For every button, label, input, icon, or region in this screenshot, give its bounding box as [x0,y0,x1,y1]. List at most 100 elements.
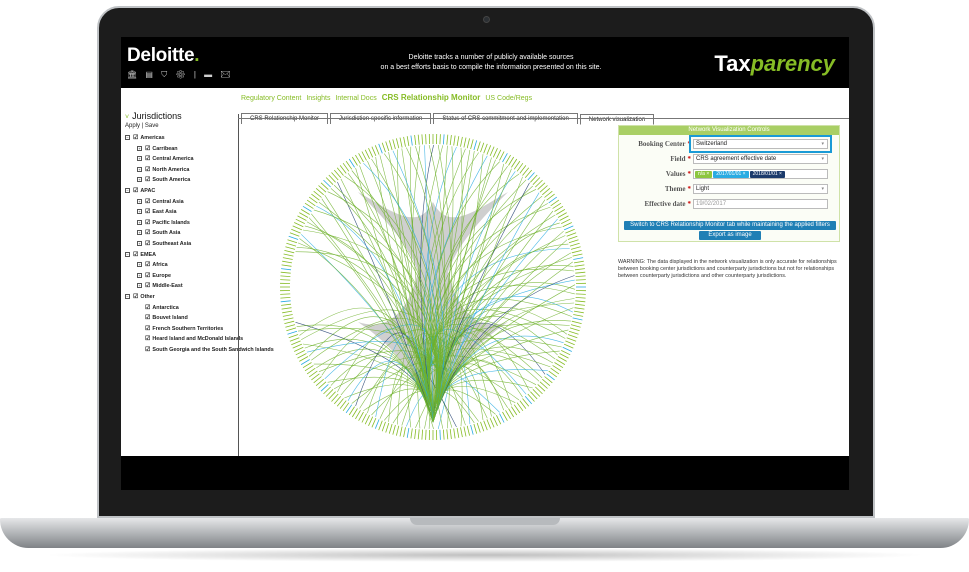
jurisdiction-node[interactable] [396,425,400,436]
jurisdiction-node[interactable] [557,212,567,218]
jurisdiction-node[interactable] [476,141,481,152]
value-tag[interactable]: n/a × [695,171,713,178]
jurisdiction-node[interactable] [381,142,386,153]
jurisdiction-node[interactable] [575,271,586,274]
jurisdiction-node[interactable] [559,353,569,359]
jurisdiction-node[interactable] [374,145,380,155]
jurisdiction-node[interactable] [392,139,396,150]
checkbox-icon[interactable]: ☑ [145,218,150,229]
jurisdiction-node[interactable] [385,422,390,433]
mail-icon[interactable]: ✉ [220,70,233,79]
bank-icon[interactable]: 🏛 [127,70,140,79]
jurisdiction-node[interactable] [473,423,478,434]
checkbox-icon[interactable]: ☑ [133,186,138,197]
nav-item[interactable]: CRS Relationship Monitor [382,93,481,102]
jurisdiction-node[interactable] [385,141,390,152]
jurisdiction-node[interactable] [282,310,293,314]
jurisdiction-node[interactable] [466,425,470,436]
jurisdiction-node[interactable] [280,271,291,274]
jurisdiction-node[interactable] [566,337,577,342]
checkbox-icon[interactable]: ☑ [145,228,150,239]
jurisdiction-node[interactable] [288,334,299,339]
jurisdiction-node[interactable] [489,417,495,428]
jurisdiction-node[interactable] [421,429,423,440]
checkbox-icon[interactable]: ☑ [145,303,150,314]
jurisdiction-node[interactable] [295,218,305,224]
jurisdiction-node[interactable] [439,429,441,440]
jurisdiction-node[interactable] [554,205,564,212]
jurisdiction-node[interactable] [456,427,460,438]
jurisdiction-node[interactable] [460,427,463,438]
jurisdiction-node[interactable] [378,143,383,154]
expand-icon[interactable]: + [137,230,142,236]
jurisdiction-node[interactable] [496,415,502,425]
jurisdiction-node[interactable] [562,222,572,228]
expand-icon[interactable]: + [137,156,142,162]
jurisdiction-node[interactable] [561,350,571,356]
jurisdiction-node[interactable] [559,215,569,221]
jurisdiction-node[interactable] [483,420,488,431]
jurisdiction-node[interactable] [403,427,406,438]
jurisdiction-node[interactable] [302,205,312,212]
jurisdiction-node[interactable] [294,222,304,228]
jurisdiction-node[interactable] [300,359,310,365]
jurisdiction-node[interactable] [575,300,586,303]
gear-icon[interactable]: ⚙ [175,70,188,79]
export-image-button[interactable]: Export as image [699,231,761,240]
jurisdiction-node[interactable] [288,235,299,240]
collapse-icon[interactable]: − [125,135,130,141]
jurisdiction-node[interactable] [486,419,492,429]
jurisdiction-node[interactable] [364,149,370,159]
jurisdiction-node[interactable] [371,146,377,157]
jurisdiction-node[interactable] [368,148,374,158]
jurisdiction-node[interactable] [361,413,367,423]
jurisdiction-node[interactable] [460,136,463,147]
theme-select[interactable]: Light ▾ [693,184,828,194]
jurisdiction-node[interactable] [388,140,393,151]
jurisdiction-node[interactable] [280,300,291,303]
jurisdiction-node[interactable] [289,232,300,237]
expand-icon[interactable]: + [137,283,142,289]
sidebar-title[interactable]: ˅ Jurisdictions [125,111,182,121]
jurisdiction-node[interactable] [574,264,585,267]
jurisdiction-node[interactable] [358,153,364,163]
jurisdiction-node[interactable] [292,225,303,231]
jurisdiction-node[interactable] [284,320,295,324]
jurisdiction-node[interactable] [294,346,304,352]
jurisdiction-node[interactable] [575,293,586,295]
jurisdiction-node[interactable] [403,136,406,147]
jurisdiction-node[interactable] [284,250,295,254]
jurisdiction-node[interactable] [299,212,309,218]
jurisdiction-node[interactable] [573,314,584,317]
jurisdiction-node[interactable] [574,307,585,310]
nav-item[interactable]: Internal Docs [335,95,376,102]
jurisdiction-node[interactable] [492,148,498,158]
jurisdiction-node[interactable] [563,343,574,349]
expand-icon[interactable]: + [137,262,142,268]
jurisdiction-node[interactable] [569,327,580,332]
jurisdiction-node[interactable] [502,153,508,163]
values-multiselect[interactable]: n/a × 2017/01/01 × 2018/01/01 × [693,169,828,179]
jurisdiction-node[interactable] [476,422,481,433]
jurisdiction-node[interactable] [287,239,298,244]
jurisdiction-node[interactable] [569,242,580,247]
jurisdiction-node[interactable] [280,279,291,281]
jurisdiction-node[interactable] [499,413,505,423]
jurisdiction-node[interactable] [453,135,456,146]
expand-icon[interactable]: + [137,177,142,183]
jurisdiction-node[interactable] [571,320,582,324]
jurisdiction-node[interactable] [280,297,291,299]
jurisdiction-node[interactable] [567,334,578,339]
field-select[interactable]: CRS agreement effective date ▾ [693,154,828,164]
jurisdiction-node[interactable] [568,330,579,335]
jurisdiction-node[interactable] [399,137,403,148]
jurisdiction-node[interactable] [483,143,488,154]
checkbox-icon[interactable]: ☑ [145,313,150,324]
jurisdiction-node[interactable] [508,156,515,166]
jurisdiction-node[interactable] [297,353,307,359]
jurisdiction-node[interactable] [351,408,358,418]
jurisdiction-node[interactable] [489,146,495,157]
jurisdiction-node[interactable] [281,307,292,310]
checkbox-icon[interactable]: ☑ [145,260,150,271]
jurisdiction-node[interactable] [410,135,413,146]
